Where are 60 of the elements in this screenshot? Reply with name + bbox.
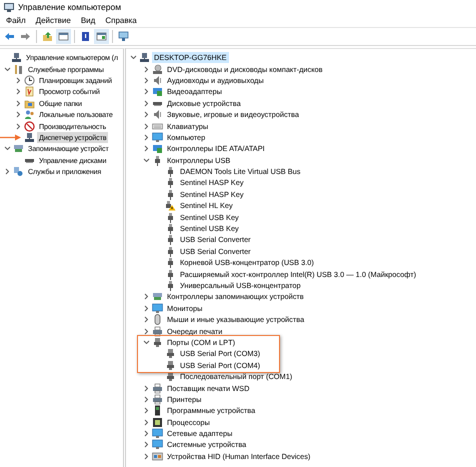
chip-icon: [152, 405, 163, 416]
port-icon: [152, 336, 163, 348]
usb-plug-icon: [165, 234, 176, 246]
card-icon: [152, 86, 163, 98]
app-icon: [4, 2, 14, 12]
usb-plug-icon: [152, 154, 163, 166]
printer-icon: [152, 394, 163, 405]
computer-icon: [11, 52, 22, 64]
cpu-icon: [152, 416, 163, 428]
computer-icon: [139, 52, 150, 64]
usb-plug-icon: [165, 257, 176, 268]
card-icon: [152, 143, 163, 154]
monitor-icon: [152, 428, 163, 440]
usb-plug-icon: [165, 166, 176, 178]
folder-icon: [24, 98, 35, 109]
menu-item[interactable]: Вид: [76, 16, 100, 25]
up-folder-icon: [42, 31, 53, 42]
menu-item[interactable]: Справка: [100, 16, 142, 25]
usb-plug-icon: [165, 246, 176, 257]
mouse-icon: [152, 314, 163, 326]
log-icon: [24, 86, 35, 98]
monitor-icon: [152, 439, 163, 450]
usb-plug-icon: [165, 268, 176, 280]
port-icon: [165, 348, 176, 360]
computer-icon: [24, 132, 35, 143]
usb-plug-icon: [165, 188, 176, 200]
usb-warning-icon: [165, 200, 176, 212]
window-title: Управление компьютером: [18, 2, 122, 12]
speaker-icon: [152, 109, 163, 120]
menu-item[interactable]: Файл: [1, 16, 31, 25]
users-icon: [24, 109, 35, 120]
monitor-icon: [152, 302, 163, 314]
up-folder-button[interactable]: [40, 29, 55, 44]
console-tree-icon: [58, 31, 69, 42]
console-tree-button[interactable]: [56, 29, 71, 44]
hid-icon: [152, 450, 163, 462]
menu-item[interactable]: Действие: [30, 16, 76, 25]
help-icon: [80, 31, 91, 42]
usb-plug-icon: [165, 177, 176, 188]
usb-plug-icon: [165, 280, 176, 291]
usb-plug-icon: [165, 212, 176, 223]
services-icon: [13, 166, 24, 178]
port-icon: [165, 371, 176, 382]
port-icon: [165, 360, 176, 371]
keyboard-icon: [152, 120, 163, 132]
printer-icon: [152, 382, 163, 394]
forward-arrow-icon: [20, 31, 31, 42]
action-pane-button[interactable]: [94, 29, 109, 44]
speaker-icon: [152, 74, 163, 86]
monitor-icon: [118, 31, 129, 42]
back-arrow-icon: [4, 31, 15, 42]
clock-icon: [24, 74, 35, 86]
monitor-icon: [152, 132, 163, 143]
storage-icon: [13, 143, 24, 154]
storage-icon: [152, 291, 163, 302]
usb-plug-icon: [165, 223, 176, 234]
disc-drive-icon: [152, 64, 163, 75]
action-pane-icon: [96, 31, 107, 42]
monitor-button[interactable]: [116, 29, 131, 44]
printer-icon: [152, 326, 163, 337]
